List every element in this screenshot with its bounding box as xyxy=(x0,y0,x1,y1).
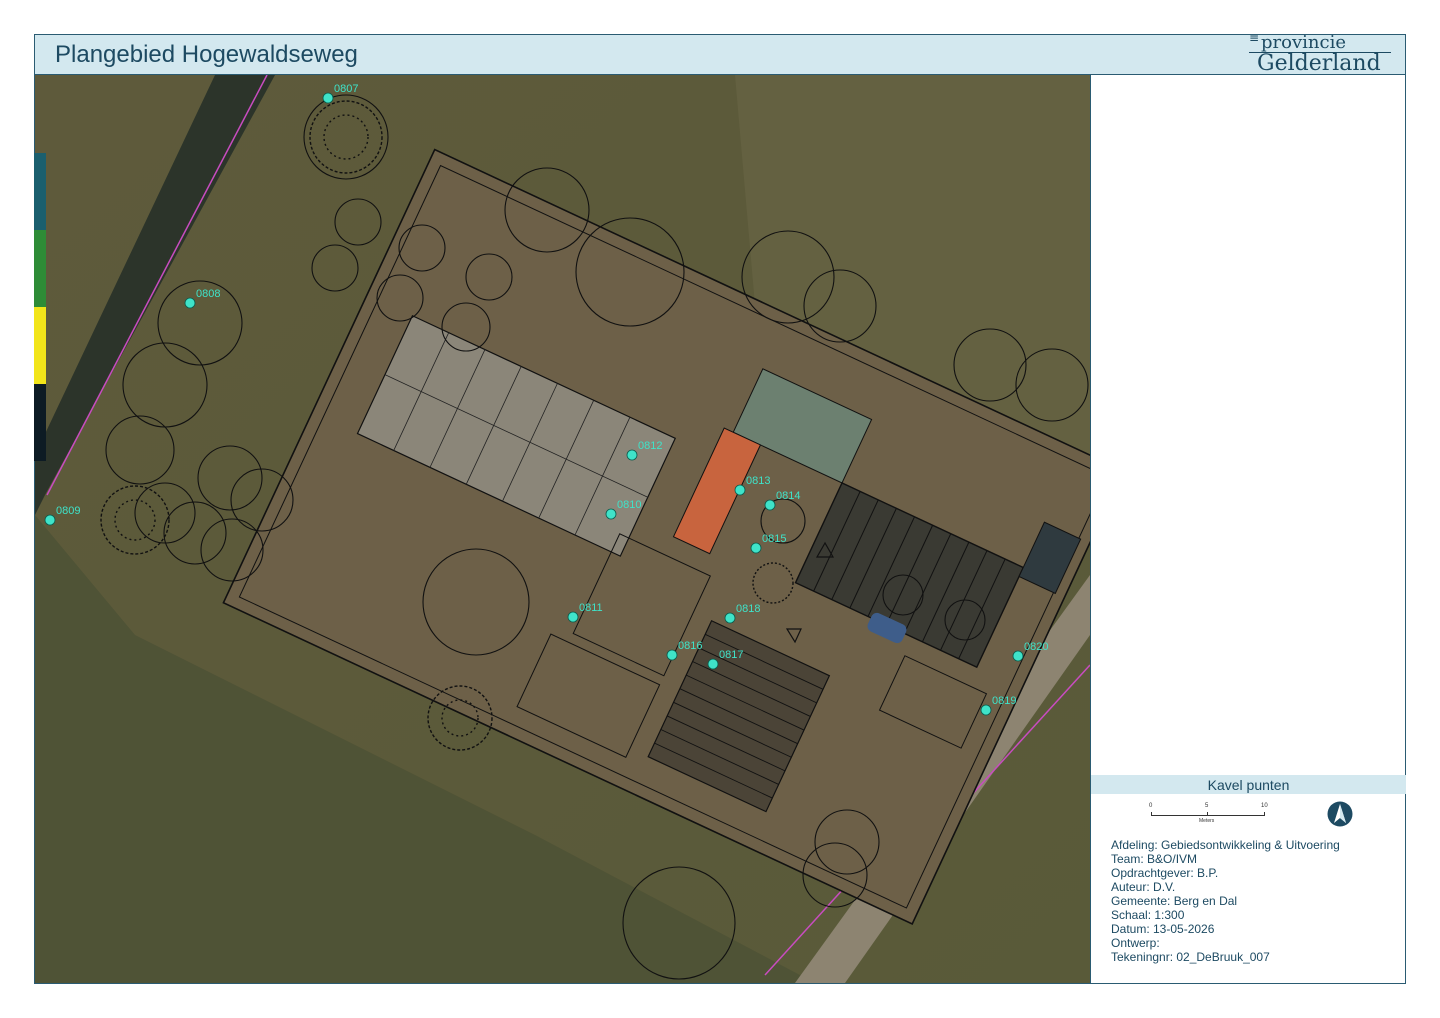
kavel-point-label: 0816 xyxy=(678,640,702,652)
kavel-point-marker[interactable] xyxy=(724,612,736,624)
info-line: Opdrachtgever: B.P. xyxy=(1111,866,1219,880)
map-view[interactable]: 0807 0808 0809 0810 0811 0812 0813 0814 0815 0816… xyxy=(35,75,1090,983)
info-line: Datum: 13-05-2026 xyxy=(1111,922,1215,936)
legend-heading: Kavel punten xyxy=(1091,775,1406,794)
kavel-point-label: 0807 xyxy=(334,83,358,95)
kavel-point-label: 0817 xyxy=(719,649,743,661)
kavel-point-marker[interactable] xyxy=(750,542,762,554)
kavel-point-marker[interactable] xyxy=(322,92,334,104)
scale-tick xyxy=(1151,812,1152,816)
color-bar-segment xyxy=(34,384,46,461)
scale-tick xyxy=(1207,812,1208,816)
logo-lines-icon: ≡ xyxy=(1249,31,1260,45)
kavel-point-marker[interactable] xyxy=(1012,650,1024,662)
kavel-point-label: 0808 xyxy=(196,288,220,300)
scale-tick xyxy=(1264,812,1265,816)
info-line: Auteur: D.V. xyxy=(1111,880,1176,894)
kavel-point-marker[interactable] xyxy=(666,649,678,661)
page-title: Plangebied Hogewaldseweg xyxy=(55,41,358,68)
color-bar-segment xyxy=(34,153,46,230)
kavel-point-marker[interactable] xyxy=(44,514,56,526)
kavel-point-label: 0815 xyxy=(762,533,786,545)
scale-bar: 0 5 10 Meters xyxy=(1149,803,1269,827)
color-bar-segment xyxy=(34,307,46,384)
header-bar: Plangebied Hogewaldseweg ≡ provincie Gel… xyxy=(35,32,1405,76)
kavel-point-label: 0810 xyxy=(617,499,641,511)
kavel-point-marker[interactable] xyxy=(980,704,992,716)
kavel-point-label: 0818 xyxy=(736,603,760,615)
info-line: Tekeningnr: 02_DeBruuk_007 xyxy=(1111,950,1270,964)
color-bar-segment xyxy=(34,230,46,307)
logo-line-2: Gelderland xyxy=(1257,51,1381,76)
kavel-point-label: 0813 xyxy=(746,475,770,487)
kavel-point-label: 0820 xyxy=(1024,641,1048,653)
kavel-point-marker[interactable] xyxy=(567,611,579,623)
scale-tick-label: 5 xyxy=(1205,803,1209,809)
aerial-map[interactable]: 0807 0808 0809 0810 0811 0812 0813 0814 0815 0816… xyxy=(35,75,1090,983)
drawing-info-block: Afdeling: Gebiedsontwikkeling & Uitvoeri… xyxy=(1111,838,1340,964)
kavel-point-label: 0812 xyxy=(638,440,662,452)
kavel-point-marker[interactable] xyxy=(707,658,719,670)
kavel-point-marker[interactable] xyxy=(734,484,746,496)
side-panel: Kavel punten 0 5 10 Meters Afdeling: Geb… xyxy=(1090,75,1406,983)
kavel-point-label: 0814 xyxy=(776,490,800,502)
info-line: Schaal: 1:300 xyxy=(1111,908,1185,922)
logo-line-1: provincie xyxy=(1261,32,1346,53)
info-line: Team: B&O/IVM xyxy=(1111,852,1198,866)
kavel-point-marker[interactable] xyxy=(184,297,196,309)
kavel-point-marker[interactable] xyxy=(605,508,617,520)
scale-line xyxy=(1151,815,1265,816)
province-logo: ≡ provincie Gelderland xyxy=(1249,32,1399,76)
scale-tick-label: 0 xyxy=(1149,803,1153,809)
kavel-point-marker[interactable] xyxy=(764,499,776,511)
info-line: Ontwerp: xyxy=(1111,936,1160,950)
info-line: Gemeente: Berg en Dal xyxy=(1111,894,1238,908)
north-arrow-icon xyxy=(1327,801,1353,827)
kavel-point-marker[interactable] xyxy=(626,449,638,461)
scale-tick-label: 10 xyxy=(1261,803,1268,809)
info-line: Afdeling: Gebiedsontwikkeling & Uitvoeri… xyxy=(1111,838,1340,852)
scale-unit: Meters xyxy=(1199,818,1215,824)
kavel-point-label: 0809 xyxy=(56,505,80,517)
kavel-point-label: 0819 xyxy=(992,695,1016,707)
kavel-point-label: 0811 xyxy=(579,602,603,614)
